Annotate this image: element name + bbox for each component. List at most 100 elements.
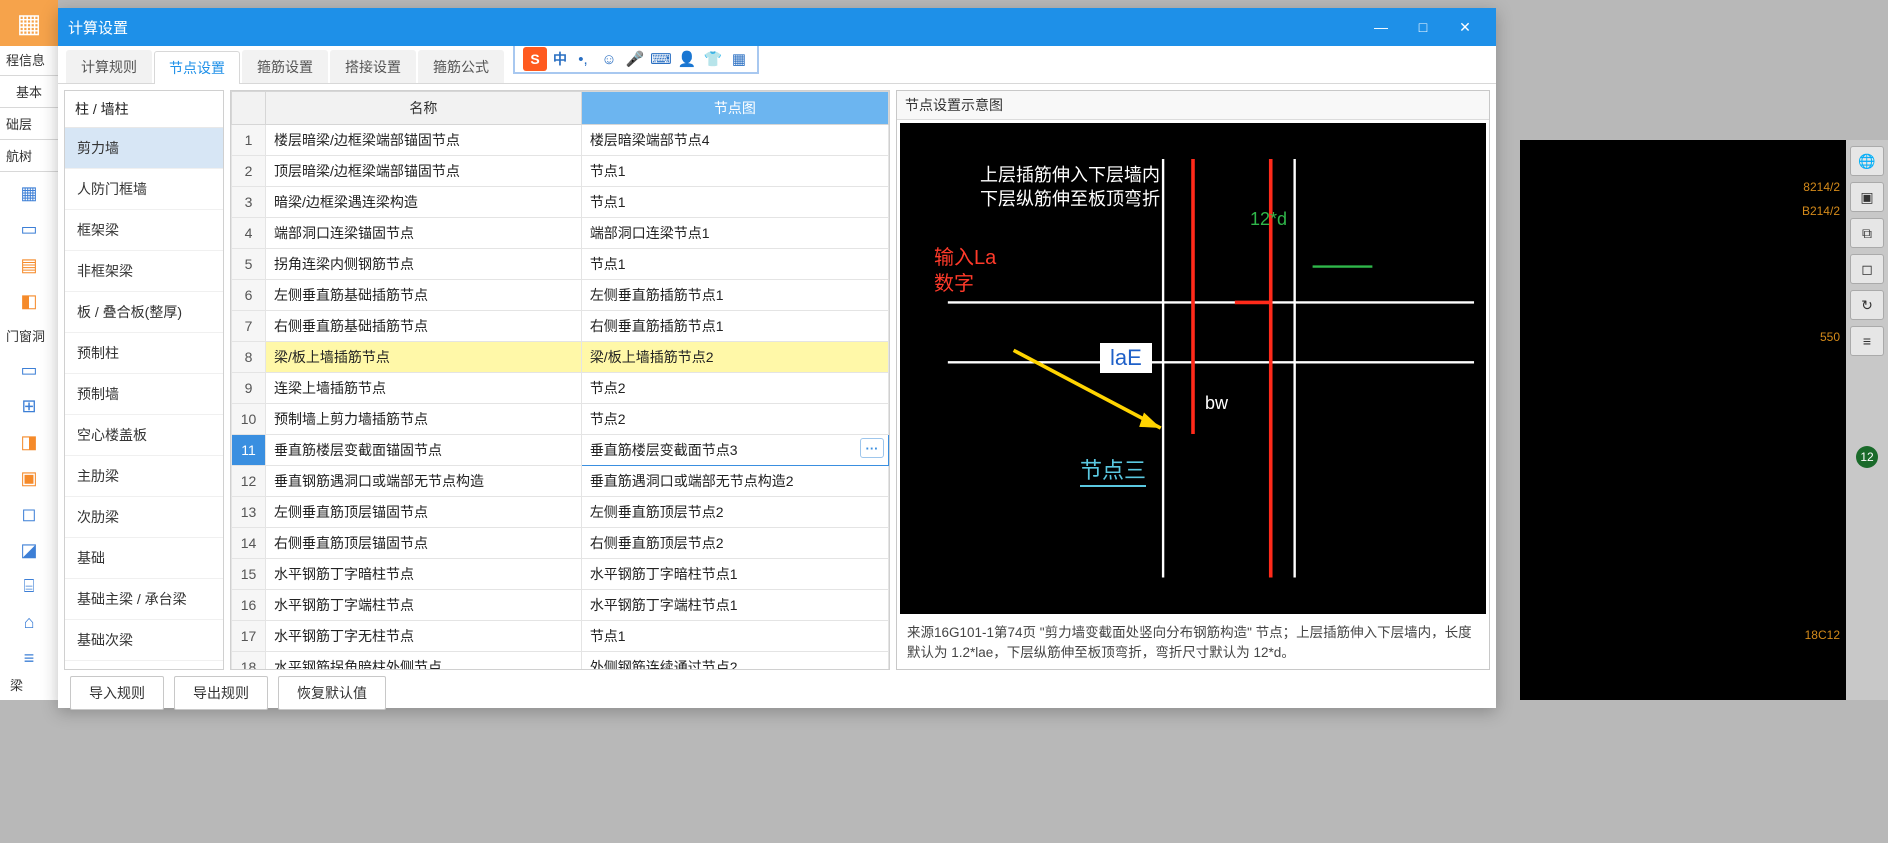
row-node-value[interactable]: 外侧钢筋连续通过节点2 bbox=[581, 652, 888, 671]
table-row[interactable]: 3暗梁/边框梁遇连梁构造节点1 bbox=[232, 187, 889, 218]
row-number: 2 bbox=[232, 156, 266, 187]
refresh-tool-icon[interactable]: ↻ bbox=[1850, 290, 1884, 320]
category-item[interactable]: 基础主梁 / 承台梁 bbox=[65, 579, 223, 620]
box-tool-icon[interactable]: ◻ bbox=[1850, 254, 1884, 284]
category-item[interactable]: 非框架梁 bbox=[65, 251, 223, 292]
row-node-value[interactable]: 梁/板上墙插筋节点2 bbox=[581, 342, 888, 373]
table-row[interactable]: 13左侧垂直筋顶层锚固节点左侧垂直筋顶层节点2 bbox=[232, 497, 889, 528]
row-node-value[interactable]: 节点1 bbox=[581, 621, 888, 652]
row-node-value[interactable]: 节点1 bbox=[581, 156, 888, 187]
node-table-wrap[interactable]: 名称 节点图 1楼层暗梁/边框梁端部锚固节点楼层暗梁端部节点42顶层暗梁/边框梁… bbox=[230, 90, 890, 670]
slash-icon[interactable]: ◪ bbox=[18, 539, 40, 561]
table-row[interactable]: 11垂直筋楼层变截面锚固节点垂直筋楼层变截面节点3··· bbox=[232, 435, 889, 466]
category-item[interactable]: 主肋梁 bbox=[65, 456, 223, 497]
user-icon[interactable]: 👤 bbox=[677, 49, 697, 69]
copy-tool-icon[interactable]: ⧉ bbox=[1850, 218, 1884, 248]
import-rules-button[interactable]: 导入规则 bbox=[70, 676, 164, 710]
orange2-icon[interactable]: ◨ bbox=[18, 431, 40, 453]
table-icon[interactable]: ⊞ bbox=[18, 395, 40, 417]
row-node-value[interactable]: 节点2 bbox=[581, 373, 888, 404]
row-node-value[interactable]: 右侧垂直筋插筋节点1 bbox=[581, 311, 888, 342]
ime-lang[interactable]: 中 bbox=[553, 49, 567, 69]
table-row[interactable]: 1楼层暗梁/边框梁端部锚固节点楼层暗梁端部节点4 bbox=[232, 125, 889, 156]
table-row[interactable]: 6左侧垂直筋基础插筋节点左侧垂直筋插筋节点1 bbox=[232, 280, 889, 311]
tab-calc-rules[interactable]: 计算规则 bbox=[66, 50, 152, 83]
row-node-value[interactable]: 左侧垂直筋顶层节点2 bbox=[581, 497, 888, 528]
table-row[interactable]: 9连梁上墙插筋节点节点2 bbox=[232, 373, 889, 404]
export-rules-button[interactable]: 导出规则 bbox=[174, 676, 268, 710]
row-node-value[interactable]: 节点1 bbox=[581, 187, 888, 218]
row-node-value[interactable]: 节点2 bbox=[581, 404, 888, 435]
app-icon[interactable]: ▦ bbox=[0, 0, 58, 46]
cube-tool-icon[interactable]: ▣ bbox=[1850, 182, 1884, 212]
table-row[interactable]: 4端部洞口连梁锚固节点端部洞口连梁节点1 bbox=[232, 218, 889, 249]
row-node-value[interactable]: 右侧垂直筋顶层节点2 bbox=[581, 528, 888, 559]
globe-tool-icon[interactable]: 🌐 bbox=[1850, 146, 1884, 176]
table-row[interactable]: 8梁/板上墙插筋节点梁/板上墙插筋节点2 bbox=[232, 342, 889, 373]
category-item[interactable]: 砌体结构 bbox=[65, 661, 223, 670]
punct-icon[interactable]: •, bbox=[573, 49, 593, 69]
table-row[interactable]: 12垂直钢筋遇洞口或端部无节点构造垂直筋遇洞口或端部无节点构造2 bbox=[232, 466, 889, 497]
panel-icon[interactable]: ▤ bbox=[18, 254, 40, 276]
category-item[interactable]: 基础次梁 bbox=[65, 620, 223, 661]
table-row[interactable]: 17水平钢筋丁字无柱节点节点1 bbox=[232, 621, 889, 652]
reset-defaults-button[interactable]: 恢复默认值 bbox=[278, 676, 386, 710]
close-button[interactable]: ✕ bbox=[1444, 13, 1486, 41]
box2-icon[interactable]: ◻ bbox=[18, 503, 40, 525]
table-row[interactable]: 7右侧垂直筋基础插筋节点右侧垂直筋插筋节点1 bbox=[232, 311, 889, 342]
category-item[interactable]: 板 / 叠合板(整厚) bbox=[65, 292, 223, 333]
row-node-value[interactable]: 水平钢筋丁字端柱节点1 bbox=[581, 590, 888, 621]
table-row[interactable]: 10预制墙上剪力墙插筋节点节点2 bbox=[232, 404, 889, 435]
col-name[interactable]: 名称 bbox=[266, 92, 582, 125]
emoji-icon[interactable]: ☺ bbox=[599, 49, 619, 69]
dialog-titlebar[interactable]: 计算设置 — □ ✕ bbox=[58, 8, 1496, 46]
skin-icon[interactable]: 👕 bbox=[703, 49, 723, 69]
tab-stirrup-settings[interactable]: 箍筋设置 bbox=[242, 50, 328, 83]
table-row[interactable]: 2顶层暗梁/边框梁端部锚固节点节点1 bbox=[232, 156, 889, 187]
category-item[interactable]: 剪力墙 bbox=[65, 128, 223, 169]
mic-icon[interactable]: 🎤 bbox=[625, 49, 645, 69]
category-item[interactable]: 预制墙 bbox=[65, 374, 223, 415]
table-row[interactable]: 16水平钢筋丁字端柱节点水平钢筋丁字端柱节点1 bbox=[232, 590, 889, 621]
grid-icon[interactable]: ▦ bbox=[18, 182, 40, 204]
table-row[interactable]: 14右侧垂直筋顶层锚固节点右侧垂直筋顶层节点2 bbox=[232, 528, 889, 559]
category-item[interactable]: 空心楼盖板 bbox=[65, 415, 223, 456]
table-row[interactable]: 15水平钢筋丁字暗柱节点水平钢筋丁字暗柱节点1 bbox=[232, 559, 889, 590]
badge-12[interactable]: 12 bbox=[1856, 446, 1878, 468]
category-list[interactable]: 柱 / 墙柱 剪力墙人防门框墙框架梁非框架梁板 / 叠合板(整厚)预制柱预制墙空… bbox=[64, 90, 224, 670]
orange-icon[interactable]: ◧ bbox=[18, 290, 40, 312]
row-node-value[interactable]: 楼层暗梁端部节点4 bbox=[581, 125, 888, 156]
home-icon[interactable]: ⌂ bbox=[18, 611, 40, 633]
ime-toolbar[interactable]: S 中 •, ☺ 🎤 ⌨ 👤 👕 ▦ bbox=[513, 46, 759, 74]
ellipsis-button[interactable]: ··· bbox=[860, 438, 884, 458]
row-node-value[interactable]: 垂直筋遇洞口或端部无节点构造2 bbox=[581, 466, 888, 497]
category-item[interactable]: 人防门框墙 bbox=[65, 169, 223, 210]
category-item[interactable]: 基础 bbox=[65, 538, 223, 579]
box-icon[interactable]: ▭ bbox=[18, 218, 40, 240]
row-node-value[interactable]: 左侧垂直筋插筋节点1 bbox=[581, 280, 888, 311]
table-row[interactable]: 5拐角连梁内侧钢筋节点节点1 bbox=[232, 249, 889, 280]
tab-lap-settings[interactable]: 搭接设置 bbox=[330, 50, 416, 83]
stack-icon[interactable]: ≡ bbox=[18, 647, 40, 669]
row-node-value[interactable]: 节点1 bbox=[581, 249, 888, 280]
keyboard-icon[interactable]: ⌨ bbox=[651, 49, 671, 69]
rect-icon[interactable]: ▭ bbox=[18, 359, 40, 381]
minimize-button[interactable]: — bbox=[1360, 13, 1402, 41]
slider-tool-icon[interactable]: ≡ bbox=[1850, 326, 1884, 356]
apps-icon[interactable]: ▦ bbox=[729, 49, 749, 69]
maximize-button[interactable]: □ bbox=[1402, 13, 1444, 41]
category-item[interactable]: 预制柱 bbox=[65, 333, 223, 374]
orange3-icon[interactable]: ▣ bbox=[18, 467, 40, 489]
tab-stirrup-formula[interactable]: 箍筋公式 bbox=[418, 50, 504, 83]
sogou-icon[interactable]: S bbox=[523, 47, 547, 71]
table-row[interactable]: 18水平钢筋拐角暗柱外侧节点外侧钢筋连续通过节点2 bbox=[232, 652, 889, 671]
row-node-value[interactable]: 端部洞口连梁节点1 bbox=[581, 218, 888, 249]
row-node-value[interactable]: 垂直筋楼层变截面节点3··· bbox=[581, 435, 888, 466]
category-item[interactable]: 框架梁 bbox=[65, 210, 223, 251]
lae-input-box[interactable]: laE bbox=[1100, 343, 1152, 373]
col-node-diagram[interactable]: 节点图 bbox=[581, 92, 888, 125]
row-node-value[interactable]: 水平钢筋丁字暗柱节点1 bbox=[581, 559, 888, 590]
tab-node-settings[interactable]: 节点设置 bbox=[154, 51, 240, 84]
category-item[interactable]: 次肋梁 bbox=[65, 497, 223, 538]
stair-icon[interactable]: ⌸ bbox=[18, 575, 40, 597]
